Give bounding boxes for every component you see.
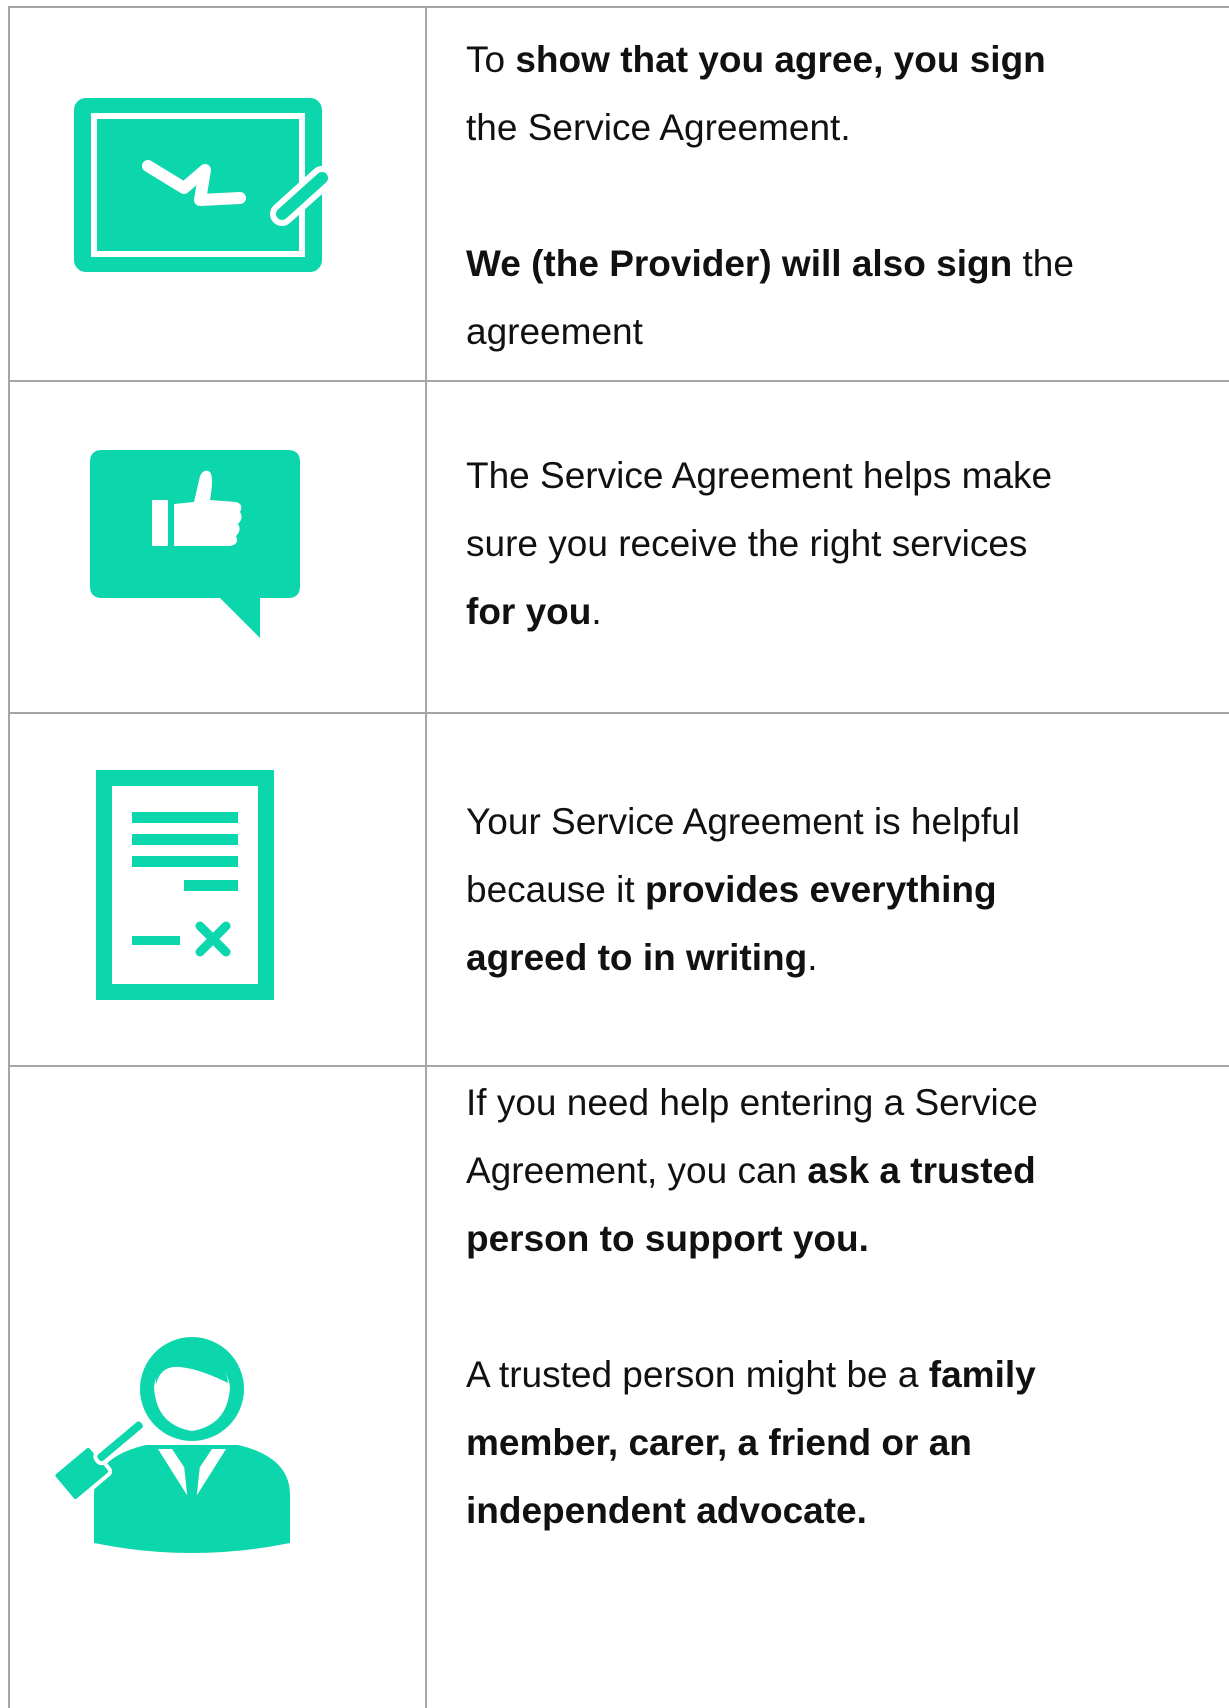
table-row: The Service Agreement helps make sure yo… xyxy=(8,382,1229,712)
advocate-person-with-gavel-icon xyxy=(51,1337,290,1553)
thumbs-up-speech-bubble-icon xyxy=(90,450,300,638)
bold-text: person to support you. xyxy=(466,1218,869,1259)
text: . xyxy=(807,937,818,978)
bold-text: independent advocate. xyxy=(466,1490,867,1531)
table-row: If you need help entering a Service Agre… xyxy=(8,1067,1229,1708)
table-row: Your Service Agreement is helpful becaus… xyxy=(8,714,1229,1065)
bold-text: show that you agree, you sign xyxy=(515,39,1046,80)
text-line: sure you receive the right services xyxy=(466,523,1028,564)
text-line: person to support you. xyxy=(466,1205,1226,1273)
bold-text: family xyxy=(928,1354,1036,1395)
text-line: because it provides everything xyxy=(466,856,1226,924)
text: A trusted person might be a xyxy=(466,1354,929,1395)
table-row: To show that you agree, you sign the Ser… xyxy=(8,6,1229,380)
bold-text: We (the Provider) will also sign xyxy=(466,243,1013,284)
icon-cell xyxy=(8,1067,426,1708)
text-line: independent advocate. xyxy=(466,1477,1226,1545)
bold-text: for you xyxy=(466,591,592,632)
paragraph: We (the Provider) will also sign the xyxy=(466,230,1226,298)
icon-cell xyxy=(8,6,426,380)
text-line: A trusted person might be a family xyxy=(466,1341,1226,1409)
text-line: the Service Agreement. xyxy=(466,107,851,148)
text-line: agreed to in writing. xyxy=(466,924,1226,992)
paragraph: To show that you agree, you sign xyxy=(466,26,1226,94)
bold-text: provides everything xyxy=(644,869,997,910)
text: Agreement, you can xyxy=(466,1150,808,1191)
text-line: for you. xyxy=(466,578,1226,646)
text: because it xyxy=(466,869,645,910)
icon-cell xyxy=(8,382,426,712)
text-line: The Service Agreement helps make xyxy=(466,455,1053,496)
bold-text: member, carer, a friend or an xyxy=(466,1422,972,1463)
text-line: If you need help entering a Service xyxy=(466,1082,1038,1123)
info-table: To show that you agree, you sign the Ser… xyxy=(8,6,1229,1708)
text: To xyxy=(466,39,516,80)
text-cell: The Service Agreement helps make sure yo… xyxy=(466,442,1226,646)
text-line: Your Service Agreement is helpful xyxy=(466,801,1020,842)
text-cell: Your Service Agreement is helpful becaus… xyxy=(466,788,1226,992)
text-cell: If you need help entering a Service Agre… xyxy=(466,1069,1226,1545)
signature-board-icon xyxy=(74,98,334,272)
bold-text: ask a trusted xyxy=(807,1150,1036,1191)
text-cell: To show that you agree, you sign the Ser… xyxy=(466,26,1226,366)
text-line: agreement xyxy=(466,311,643,352)
text-line: member, carer, a friend or an xyxy=(466,1409,1226,1477)
signed-document-icon xyxy=(96,770,274,1000)
bold-text: agreed to in writing xyxy=(466,937,808,978)
text-line: Agreement, you can ask a trusted xyxy=(466,1137,1226,1205)
text: . xyxy=(591,591,602,632)
icon-cell xyxy=(8,714,426,1065)
text: the xyxy=(1012,243,1074,284)
